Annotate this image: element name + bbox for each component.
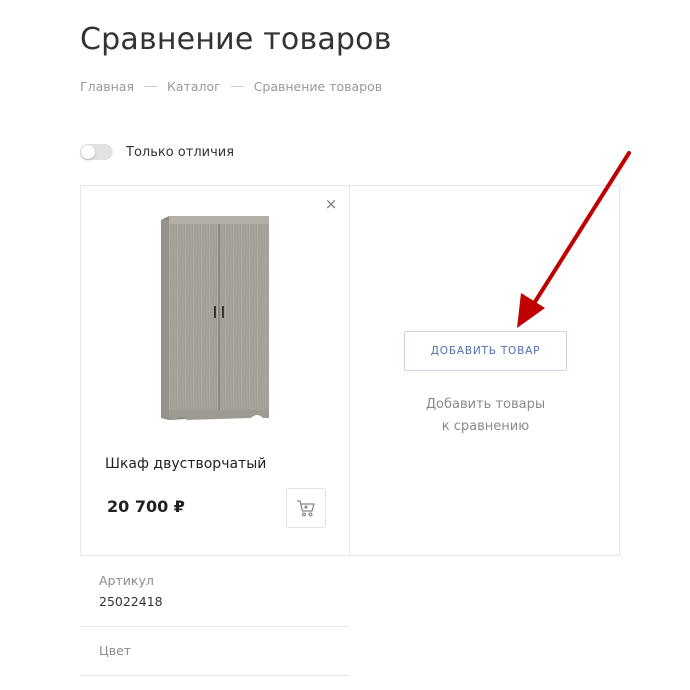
add-to-cart-button[interactable] <box>286 488 326 528</box>
breadcrumb-separator <box>144 86 157 87</box>
property-value: 25022418 <box>99 594 163 609</box>
add-product-button[interactable]: ДОБАВИТЬ ТОВАР <box>404 331 567 371</box>
breadcrumb-current: Сравнение товаров <box>253 79 383 94</box>
breadcrumb-home[interactable]: Главная <box>80 79 134 94</box>
property-label: Цвет <box>99 643 132 658</box>
property-row-sku: Артикул 25022418 <box>80 556 349 627</box>
toggle-knob <box>81 145 95 159</box>
add-product-slot: ДОБАВИТЬ ТОВАР Добавить товары к сравнен… <box>351 186 620 555</box>
differences-only-toggle[interactable] <box>80 144 113 160</box>
property-row-color: Цвет <box>80 627 349 676</box>
breadcrumb-catalog[interactable]: Каталог <box>167 79 221 94</box>
differences-only-label[interactable]: Только отличия <box>126 145 234 160</box>
add-product-hint: Добавить товары к сравнению <box>351 394 620 438</box>
close-icon: × <box>324 195 338 213</box>
breadcrumb: Главная Каталог Сравнение товаров <box>80 79 382 94</box>
differences-filter: Только отличия <box>80 144 234 160</box>
product-price: 20 700 ₽ <box>107 497 185 516</box>
product-card: × Шкаф двустворчатый 20 700 ₽ <box>81 186 350 555</box>
product-image[interactable] <box>159 214 271 429</box>
add-hint-line-2: к сравнению <box>441 419 530 434</box>
compare-table: × Шкаф двустворчатый 20 700 ₽ ДОБАВИТЬ Т… <box>80 185 620 556</box>
page-title: Сравнение товаров <box>80 22 392 57</box>
properties-list: Артикул 25022418 Цвет <box>80 556 349 676</box>
remove-product-button[interactable]: × <box>323 196 339 212</box>
add-hint-line-1: Добавить товары <box>425 397 546 412</box>
property-label: Артикул <box>99 573 154 588</box>
product-name[interactable]: Шкаф двустворчатый <box>105 456 266 472</box>
breadcrumb-separator <box>230 86 244 87</box>
cart-icon <box>297 500 315 517</box>
